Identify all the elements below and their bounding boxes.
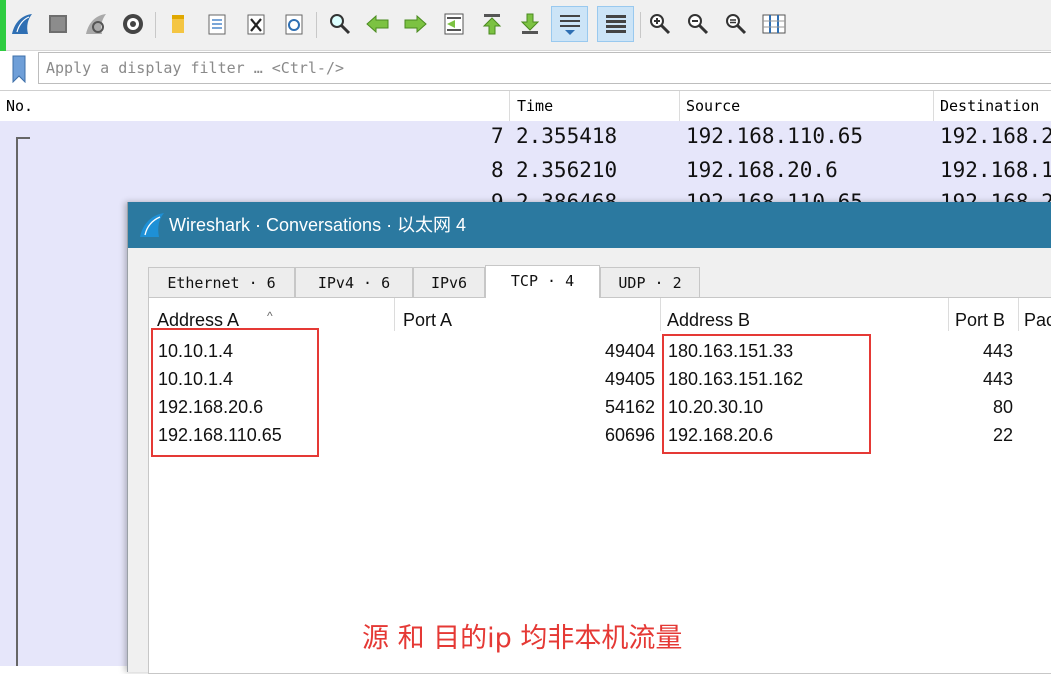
start-capture-icon[interactable] [8,9,36,39]
main-toolbar [0,0,1051,52]
port-b: 22 [992,425,1013,445]
go-back-icon[interactable] [364,9,392,39]
display-filter-input[interactable]: Apply a display filter … <Ctrl-/> [38,52,1051,84]
packet-no: 7 [491,124,504,148]
address-a-highlight-box [151,328,319,457]
column-label: Address A [157,310,240,330]
go-last-icon[interactable] [516,9,544,39]
bookmark-icon[interactable] [4,54,34,84]
restart-capture-icon[interactable] [82,9,110,39]
stop-capture-icon[interactable] [44,9,72,39]
sort-ascending-icon: ^ [267,309,273,323]
tab-ipv6[interactable]: IPv6 [413,267,485,297]
packet-time: 2.356210 [516,158,618,182]
dialog-title: Wireshark · Conversations · 以太网 4 [169,215,467,235]
port-b: 443 [982,369,1013,389]
wireshark-logo-icon [138,211,166,239]
tcp-conversation-table: ^ Address A Port A Address B Port B Pack… [148,297,1051,674]
zoom-out-icon[interactable] [684,9,712,39]
normal-size-icon[interactable] [722,9,750,39]
find-packet-icon[interactable] [326,9,354,39]
column-header-port-a[interactable]: Port A [395,298,661,331]
colorize-icon[interactable] [597,6,634,42]
save-file-icon[interactable] [203,9,231,39]
go-forward-icon[interactable] [401,9,429,39]
dialog-title-bar[interactable]: Wireshark · Conversations · 以太网 4 [128,202,1051,248]
port-a: 54162 [604,397,655,417]
column-header-address-a[interactable]: ^ Address A [149,298,395,331]
tab-ethernet[interactable]: Ethernet · 6 [148,267,295,297]
port-b: 80 [992,397,1013,417]
go-first-icon[interactable] [478,9,506,39]
close-file-icon[interactable] [242,9,270,39]
port-a: 49405 [604,369,655,389]
packet-no: 8 [491,158,504,182]
capture-status-strip [0,0,6,52]
port-b: 443 [982,341,1013,361]
zoom-in-icon[interactable] [646,9,674,39]
conversations-dialog: Wireshark · Conversations · 以太网 4 Ethern… [127,202,1051,674]
packet-destination: 192.168.2 [940,124,1051,148]
toolbar-separator [155,12,156,38]
toolbar-separator [316,12,317,38]
reload-file-icon[interactable] [280,9,308,39]
column-header-source[interactable]: Source [680,91,934,121]
address-b-highlight-box [662,334,871,454]
packet-source: 192.168.20.6 [686,158,838,182]
column-header-address-b[interactable]: Address B [661,298,949,331]
packet-list-header: No. Time Source Destination [0,90,1051,122]
column-header-packets[interactable]: Packets [1019,298,1051,331]
open-file-icon[interactable] [164,9,192,39]
resize-columns-icon[interactable] [760,9,788,39]
port-a: 60696 [604,425,655,445]
capture-options-icon[interactable] [119,9,147,39]
display-filter-bar: Apply a display filter … <Ctrl-/> [0,51,1051,85]
go-to-packet-icon[interactable] [440,9,468,39]
packet-time: 2.355418 [516,124,618,148]
packet-row[interactable]: 8 2.356210 192.168.20.6 192.168.1 [0,155,1051,189]
tab-tcp[interactable]: TCP · 4 [485,265,600,298]
tab-udp[interactable]: UDP · 2 [600,267,700,297]
packet-row[interactable]: 7 2.355418 192.168.110.65 192.168.2 [0,121,1051,155]
conversation-table-header: ^ Address A Port A Address B Port B Pack… [149,298,1051,331]
annotation-text: 源 和 目的ip 均非本机流量 [362,623,683,654]
column-header-port-b[interactable]: Port B [949,298,1019,331]
column-header-time[interactable]: Time [510,91,680,121]
port-a: 49404 [604,341,655,361]
column-header-no[interactable]: No. [0,91,510,121]
column-header-destination[interactable]: Destination [934,91,1051,121]
tab-ipv4[interactable]: IPv4 · 6 [295,267,413,297]
toolbar-separator [640,12,641,38]
auto-scroll-icon[interactable] [551,6,588,42]
packet-source: 192.168.110.65 [686,124,864,148]
packet-destination: 192.168.1 [940,158,1051,182]
